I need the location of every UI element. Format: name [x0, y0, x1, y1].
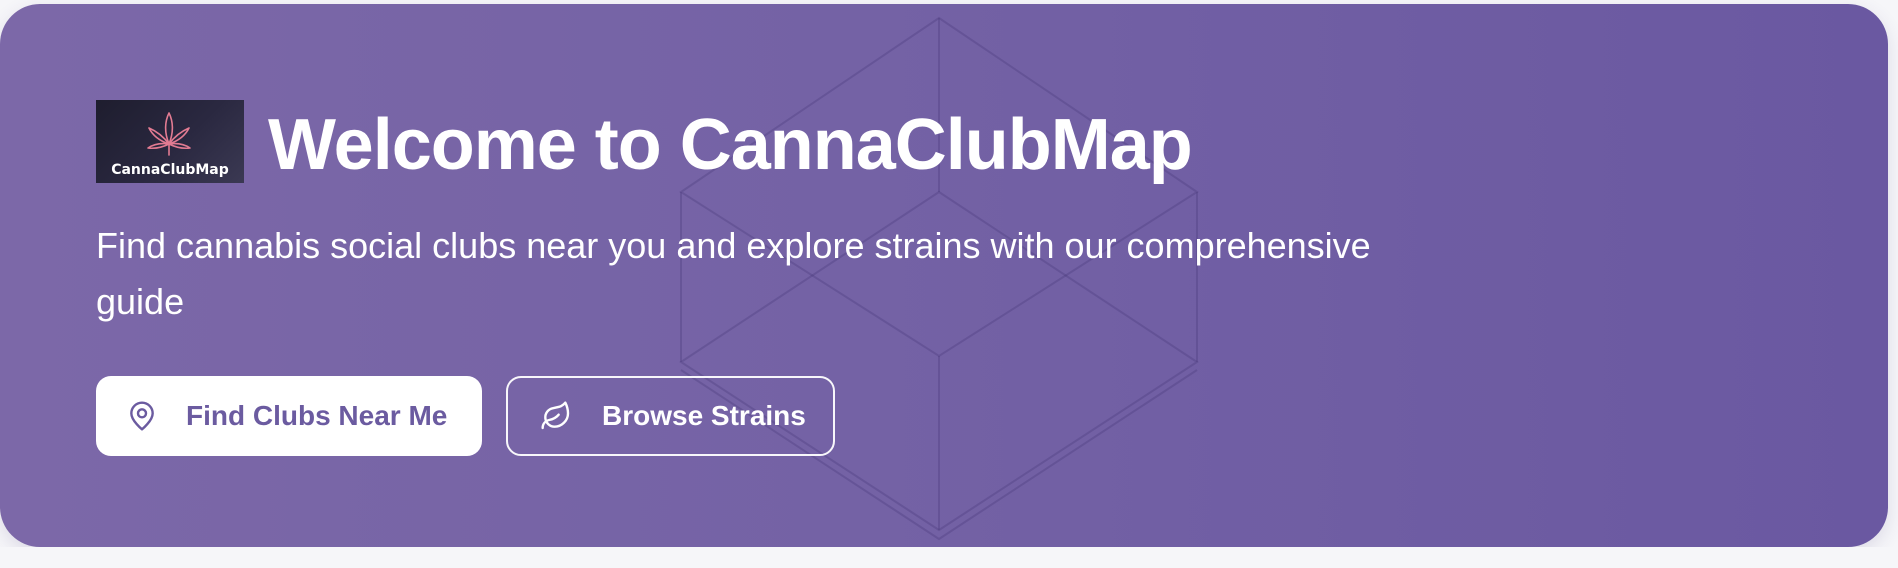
page-title: Welcome to CannaClubMap [268, 105, 1193, 185]
find-clubs-label: Find Clubs Near Me [186, 400, 448, 431]
cannabis-leaf-icon [147, 112, 191, 156]
browse-strains-label: Browse Strains [602, 400, 806, 431]
page: CannaClubMap Welcome to CannaClubMap Fin… [0, 0, 1898, 568]
leaf-icon [540, 400, 572, 432]
logo-text: CannaClubMap [111, 162, 229, 178]
map-pin-icon [126, 400, 158, 432]
logo: CannaClubMap [96, 100, 244, 183]
page-background-strip [0, 547, 1898, 568]
find-clubs-button[interactable]: Find Clubs Near Me [96, 376, 482, 456]
hero-subtitle: Find cannabis social clubs near you and … [96, 225, 1371, 322]
browse-strains-button[interactable]: Browse Strains [506, 376, 835, 456]
hero-banner: CannaClubMap Welcome to CannaClubMap Fin… [0, 4, 1888, 547]
